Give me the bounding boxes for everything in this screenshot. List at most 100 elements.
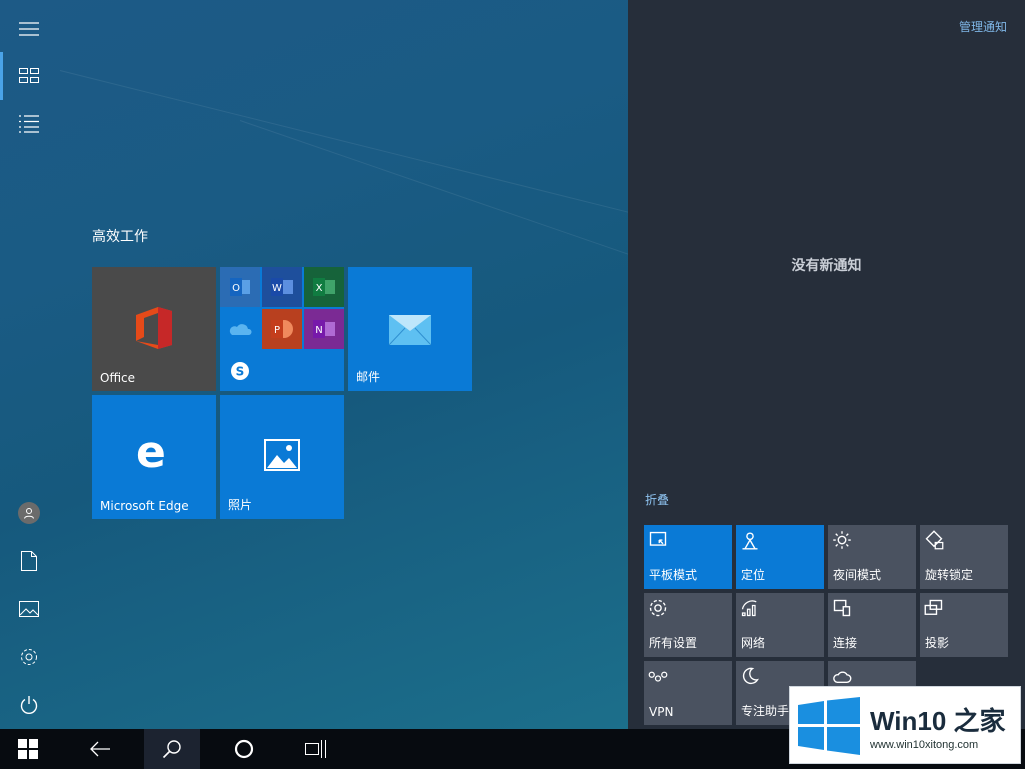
- back-button[interactable]: [72, 729, 128, 769]
- tile-label: Microsoft Edge: [100, 499, 189, 513]
- quick-action-tile[interactable]: 夜间模式: [828, 525, 916, 589]
- focus-assist-icon: [742, 667, 759, 684]
- wallpaper-streak: [59, 70, 628, 226]
- picture-icon: [19, 601, 39, 617]
- rotation-lock-icon: [925, 530, 944, 550]
- windows-logo-icon: [798, 697, 860, 755]
- onedrive-tile[interactable]: [220, 309, 260, 349]
- quick-action-tile[interactable]: 旋转锁定: [920, 525, 1008, 589]
- onedrive-icon: [229, 324, 252, 335]
- excel-tile[interactable]: X: [304, 267, 344, 307]
- svg-text:S: S: [236, 365, 245, 379]
- task-view-icon: [305, 740, 326, 758]
- vpn-icon: [648, 671, 668, 682]
- svg-text:N: N: [315, 325, 322, 336]
- user-account-button[interactable]: [0, 490, 58, 536]
- quick-action-tile[interactable]: 所有设置: [644, 593, 732, 657]
- back-arrow-icon: [90, 741, 110, 757]
- mail-tile[interactable]: 邮件: [348, 267, 472, 391]
- list-icon: [19, 115, 39, 133]
- word-icon: W: [271, 278, 293, 296]
- location-icon: [742, 532, 758, 550]
- quick-action-label: 投影: [925, 636, 950, 650]
- night-light-icon: [833, 531, 851, 549]
- start-button[interactable]: [0, 729, 56, 769]
- quick-action-label: 所有设置: [649, 636, 698, 650]
- avatar: [18, 502, 40, 524]
- gear-icon: [21, 649, 37, 665]
- connect-icon: [833, 599, 851, 617]
- quick-action-label: VPN: [649, 705, 674, 719]
- quick-action-tile[interactable]: 投影: [920, 593, 1008, 657]
- office-icon: [136, 307, 172, 349]
- power-button[interactable]: [0, 682, 58, 728]
- hamburger-icon: [19, 22, 39, 36]
- quick-action-tile[interactable]: 定位: [736, 525, 824, 589]
- outlook-icon: O: [230, 278, 250, 296]
- quick-action-label: 连接: [833, 636, 858, 650]
- project-icon: [924, 599, 943, 615]
- expand-menu-button[interactable]: [0, 6, 58, 52]
- search-icon: [162, 740, 181, 759]
- office-apps-folder-tile[interactable]: O W X P N S: [220, 267, 344, 391]
- tiles-view-button[interactable]: [0, 53, 58, 99]
- svg-text:X: X: [316, 283, 323, 294]
- tile-label: 邮件: [356, 370, 381, 384]
- onenote-tile[interactable]: N: [304, 309, 344, 349]
- settings-button[interactable]: [0, 634, 58, 680]
- svg-text:O: O: [232, 283, 240, 294]
- quick-action-tile[interactable]: 连接: [828, 593, 916, 657]
- skype-tile[interactable]: S: [220, 351, 260, 391]
- quick-action-label: 专注助手: [741, 704, 790, 718]
- powerpoint-tile[interactable]: P: [262, 309, 302, 349]
- weather-icon: [833, 671, 852, 683]
- action-center: 管理通知 没有新通知 折叠 平板模式 定位 夜间模式 旋转锁定所有设置 网络 连接 投影 VP…: [628, 0, 1025, 729]
- powerpoint-icon: P: [271, 320, 293, 338]
- quick-action-label: 夜间模式: [833, 568, 882, 582]
- tile-label: 照片: [228, 498, 253, 512]
- windows-logo-icon: [18, 739, 38, 759]
- svg-text:P: P: [274, 325, 280, 336]
- wallpaper-streak: [239, 120, 628, 271]
- search-button[interactable]: [144, 729, 200, 769]
- no-notifications-text: 没有新通知: [791, 258, 862, 274]
- quick-action-label: 网络: [741, 636, 766, 650]
- tile-label: Office: [100, 371, 136, 385]
- task-view-button[interactable]: [288, 729, 344, 769]
- start-menu: 高效工作 Office O W X P N S 邮件 e Microsoft E…: [0, 0, 628, 729]
- all-apps-button[interactable]: [0, 101, 58, 147]
- quick-action-label: 旋转锁定: [925, 568, 974, 582]
- cortana-icon: [234, 739, 254, 759]
- quick-action-tile[interactable]: 平板模式: [644, 525, 732, 589]
- quick-action-tile[interactable]: VPN: [644, 661, 732, 725]
- manage-notifications-link[interactable]: 管理通知: [959, 18, 1007, 35]
- edge-icon: e: [136, 427, 166, 478]
- quick-action-label: 定位: [741, 568, 766, 582]
- tile-group-title: 高效工作: [92, 229, 148, 245]
- document-icon: [21, 551, 37, 571]
- user-icon: [24, 508, 34, 519]
- documents-button[interactable]: [0, 538, 58, 584]
- svg-text:W: W: [272, 283, 282, 294]
- excel-icon: X: [313, 278, 335, 296]
- quick-action-label: 平板模式: [649, 568, 698, 582]
- photos-tile[interactable]: 照片: [220, 395, 344, 519]
- edge-tile[interactable]: e Microsoft Edge: [92, 395, 216, 519]
- network-icon: [741, 600, 757, 617]
- settings-icon: [649, 599, 667, 617]
- quick-action-tile[interactable]: 网络: [736, 593, 824, 657]
- tablet-mode-icon: [649, 531, 667, 546]
- skype-icon: S: [231, 362, 249, 380]
- cortana-button[interactable]: [216, 729, 272, 769]
- mail-icon: [389, 315, 431, 345]
- office-tile[interactable]: Office: [92, 267, 216, 391]
- onenote-icon: N: [313, 320, 335, 338]
- photos-icon: [264, 439, 300, 471]
- pictures-button[interactable]: [0, 586, 58, 632]
- watermark-url: www.win10xitong.com: [870, 739, 979, 751]
- word-tile[interactable]: W: [262, 267, 302, 307]
- watermark-title: Win10 之家: [870, 706, 1006, 736]
- collapse-quick-actions-link[interactable]: 折叠: [645, 491, 669, 508]
- start-left-rail: [0, 0, 58, 729]
- outlook-tile[interactable]: O: [220, 267, 260, 307]
